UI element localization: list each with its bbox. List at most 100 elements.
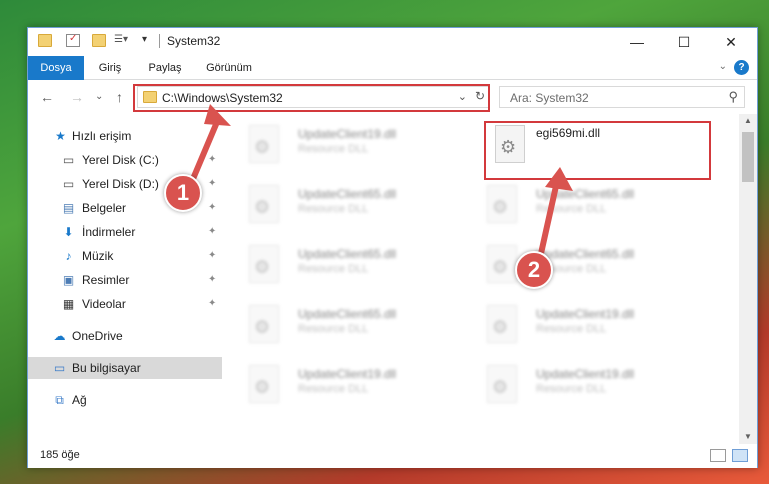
dll-file-icon: ⚙ <box>487 305 517 343</box>
minimize-button[interactable]: — <box>614 28 660 56</box>
dll-file-icon: ⚙ <box>249 125 279 163</box>
file-description: Resource DLL <box>536 383 607 395</box>
star-icon: ★ <box>55 129 66 143</box>
pin-icon[interactable]: ✦ <box>208 269 216 291</box>
nav-label: Belgeler <box>82 201 127 215</box>
file-name: UpdateClient65.dll <box>536 187 635 201</box>
nav-item-this-pc[interactable]: ▭ Bu bilgisayar <box>28 357 222 379</box>
dll-file-icon: ⚙ <box>249 245 279 283</box>
window-title: System32 <box>167 34 221 48</box>
file-name: UpdateClient65.dll <box>298 307 397 321</box>
dll-file-icon: ⚙ <box>487 185 517 223</box>
nav-label: İndirmeler <box>82 225 136 239</box>
item-count: 185 öğe <box>40 449 80 461</box>
pin-icon[interactable]: ✦ <box>208 221 216 243</box>
forward-button[interactable]: → <box>70 89 84 105</box>
up-button[interactable]: ↑ <box>116 89 123 105</box>
details-view-icon[interactable] <box>710 449 726 462</box>
file-description: Resource DLL <box>298 383 369 395</box>
nav-label: Hızlı erişim <box>72 129 132 143</box>
pin-icon[interactable]: ✦ <box>208 197 216 219</box>
file-description: Resource DLL <box>298 203 369 215</box>
tab-file[interactable]: Dosya <box>28 56 84 80</box>
properties-icon[interactable]: ✓ <box>66 33 80 47</box>
step-badge-2: 2 <box>515 251 553 289</box>
file-description: Resource DLL <box>298 323 369 335</box>
vertical-scrollbar[interactable]: ▲ ▼ <box>739 114 757 444</box>
pin-icon[interactable]: ✦ <box>208 173 216 195</box>
nav-label: Videolar <box>82 297 126 311</box>
file-description: Resource DLL <box>536 323 607 335</box>
file-item[interactable]: ⚙ UpdateClient19.dll Resource DLL <box>233 358 453 408</box>
nav-item-music[interactable]: ♪ Müzik ✦ <box>28 245 222 267</box>
search-input[interactable]: Ara: System32 <box>510 91 589 105</box>
scrollbar-thumb[interactable] <box>742 132 754 182</box>
nav-item-videos[interactable]: ▦ Videolar ✦ <box>28 293 222 315</box>
file-description: Resource DLL <box>298 263 369 275</box>
nav-item-downloads[interactable]: ⬇ İndirmeler ✦ <box>28 221 222 243</box>
nav-label: Bu bilgisayar <box>72 361 141 375</box>
maximize-button[interactable]: ☐ <box>661 28 707 56</box>
step-badge-1: 1 <box>164 174 202 212</box>
file-name: UpdateClient65.dll <box>536 247 635 261</box>
file-item[interactable]: ⚙ UpdateClient65.dll Resource DLL <box>471 178 691 228</box>
dll-file-icon: ⚙ <box>487 245 517 283</box>
drive-icon: ▭ <box>62 153 75 167</box>
file-item[interactable]: ⚙ UpdateClient19.dll Resource DLL <box>471 358 691 408</box>
nav-label: Ağ <box>72 393 87 407</box>
search-icon[interactable]: ⚲ <box>728 89 738 105</box>
nav-label: Yerel Disk (C:) <box>82 153 159 167</box>
picture-icon: ▣ <box>62 273 75 287</box>
nav-label: Resimler <box>82 273 130 287</box>
file-description: Resource DLL <box>536 203 607 215</box>
nav-item-local-disk-c[interactable]: ▭ Yerel Disk (C:) ✦ <box>28 149 222 171</box>
nav-item-network[interactable]: ⧉ Ağ <box>28 389 222 411</box>
file-name: UpdateClient19.dll <box>298 367 397 381</box>
back-button[interactable]: ← <box>40 89 54 105</box>
scroll-down-icon[interactable]: ▼ <box>739 430 757 444</box>
file-item[interactable]: ⚙ UpdateClient65.dll Resource DLL <box>233 298 453 348</box>
document-icon: ▤ <box>62 201 75 215</box>
tab-share[interactable]: Paylaş <box>140 56 190 80</box>
tab-view[interactable]: Görünüm <box>198 56 260 80</box>
music-icon: ♪ <box>65 249 72 263</box>
separator <box>159 34 160 48</box>
tab-home[interactable]: Giriş <box>86 56 134 80</box>
title-bar: ✓ ☰▾ ▾ System32 — ☐ ✕ <box>28 28 757 56</box>
status-bar: 185 öğe <box>28 444 757 468</box>
collapse-ribbon-icon[interactable]: ⌄ <box>719 61 727 72</box>
new-folder-icon[interactable] <box>92 34 106 47</box>
file-item[interactable]: ⚙ UpdateClient65.dll Resource DLL <box>233 238 453 288</box>
large-icons-view-icon[interactable] <box>732 449 748 462</box>
file-item[interactable]: ⚙ UpdateClient65.dll Resource DLL <box>233 178 453 228</box>
file-name: UpdateClient19.dll <box>536 367 635 381</box>
file-name: UpdateClient65.dll <box>298 187 397 201</box>
file-item[interactable]: ⚙ UpdateClient19.dll Resource DLL <box>233 118 453 168</box>
cloud-icon: ☁ <box>53 329 66 343</box>
drive-icon: ▭ <box>62 177 75 191</box>
ribbon-tabs: Dosya Giriş Paylaş Görünüm ⌄ ? <box>28 56 757 80</box>
recent-locations-button[interactable]: ⌄ <box>95 91 103 102</box>
nav-item-quick-access[interactable]: ★ Hızlı erişim <box>28 125 222 147</box>
help-icon[interactable]: ? <box>734 60 749 75</box>
close-button[interactable]: ✕ <box>708 28 754 56</box>
pin-icon[interactable]: ✦ <box>208 245 216 267</box>
address-highlight-box <box>133 84 490 112</box>
file-name: UpdateClient19.dll <box>536 307 635 321</box>
network-icon: ⧉ <box>55 393 64 407</box>
scroll-up-icon[interactable]: ▲ <box>739 114 757 128</box>
dropdown-icon[interactable]: ▾ <box>142 34 156 47</box>
file-name: UpdateClient65.dll <box>298 247 397 261</box>
folder-icon <box>38 34 52 47</box>
dll-file-icon: ⚙ <box>249 365 279 403</box>
file-item[interactable]: ⚙ UpdateClient19.dll Resource DLL <box>471 298 691 348</box>
file-item[interactable]: ⚙ UpdateClient65.dll Resource DLL <box>471 238 691 288</box>
dll-file-icon: ⚙ <box>249 185 279 223</box>
nav-item-pictures[interactable]: ▣ Resimler ✦ <box>28 269 222 291</box>
file-description: Resource DLL <box>298 143 369 155</box>
pin-icon[interactable]: ✦ <box>208 293 216 315</box>
nav-item-onedrive[interactable]: ☁ OneDrive <box>28 325 222 347</box>
customize-toolbar-icon[interactable]: ☰▾ <box>114 34 132 47</box>
search-box[interactable]: Ara: System32 ⚲ <box>499 86 745 108</box>
pin-icon[interactable]: ✦ <box>208 149 216 171</box>
